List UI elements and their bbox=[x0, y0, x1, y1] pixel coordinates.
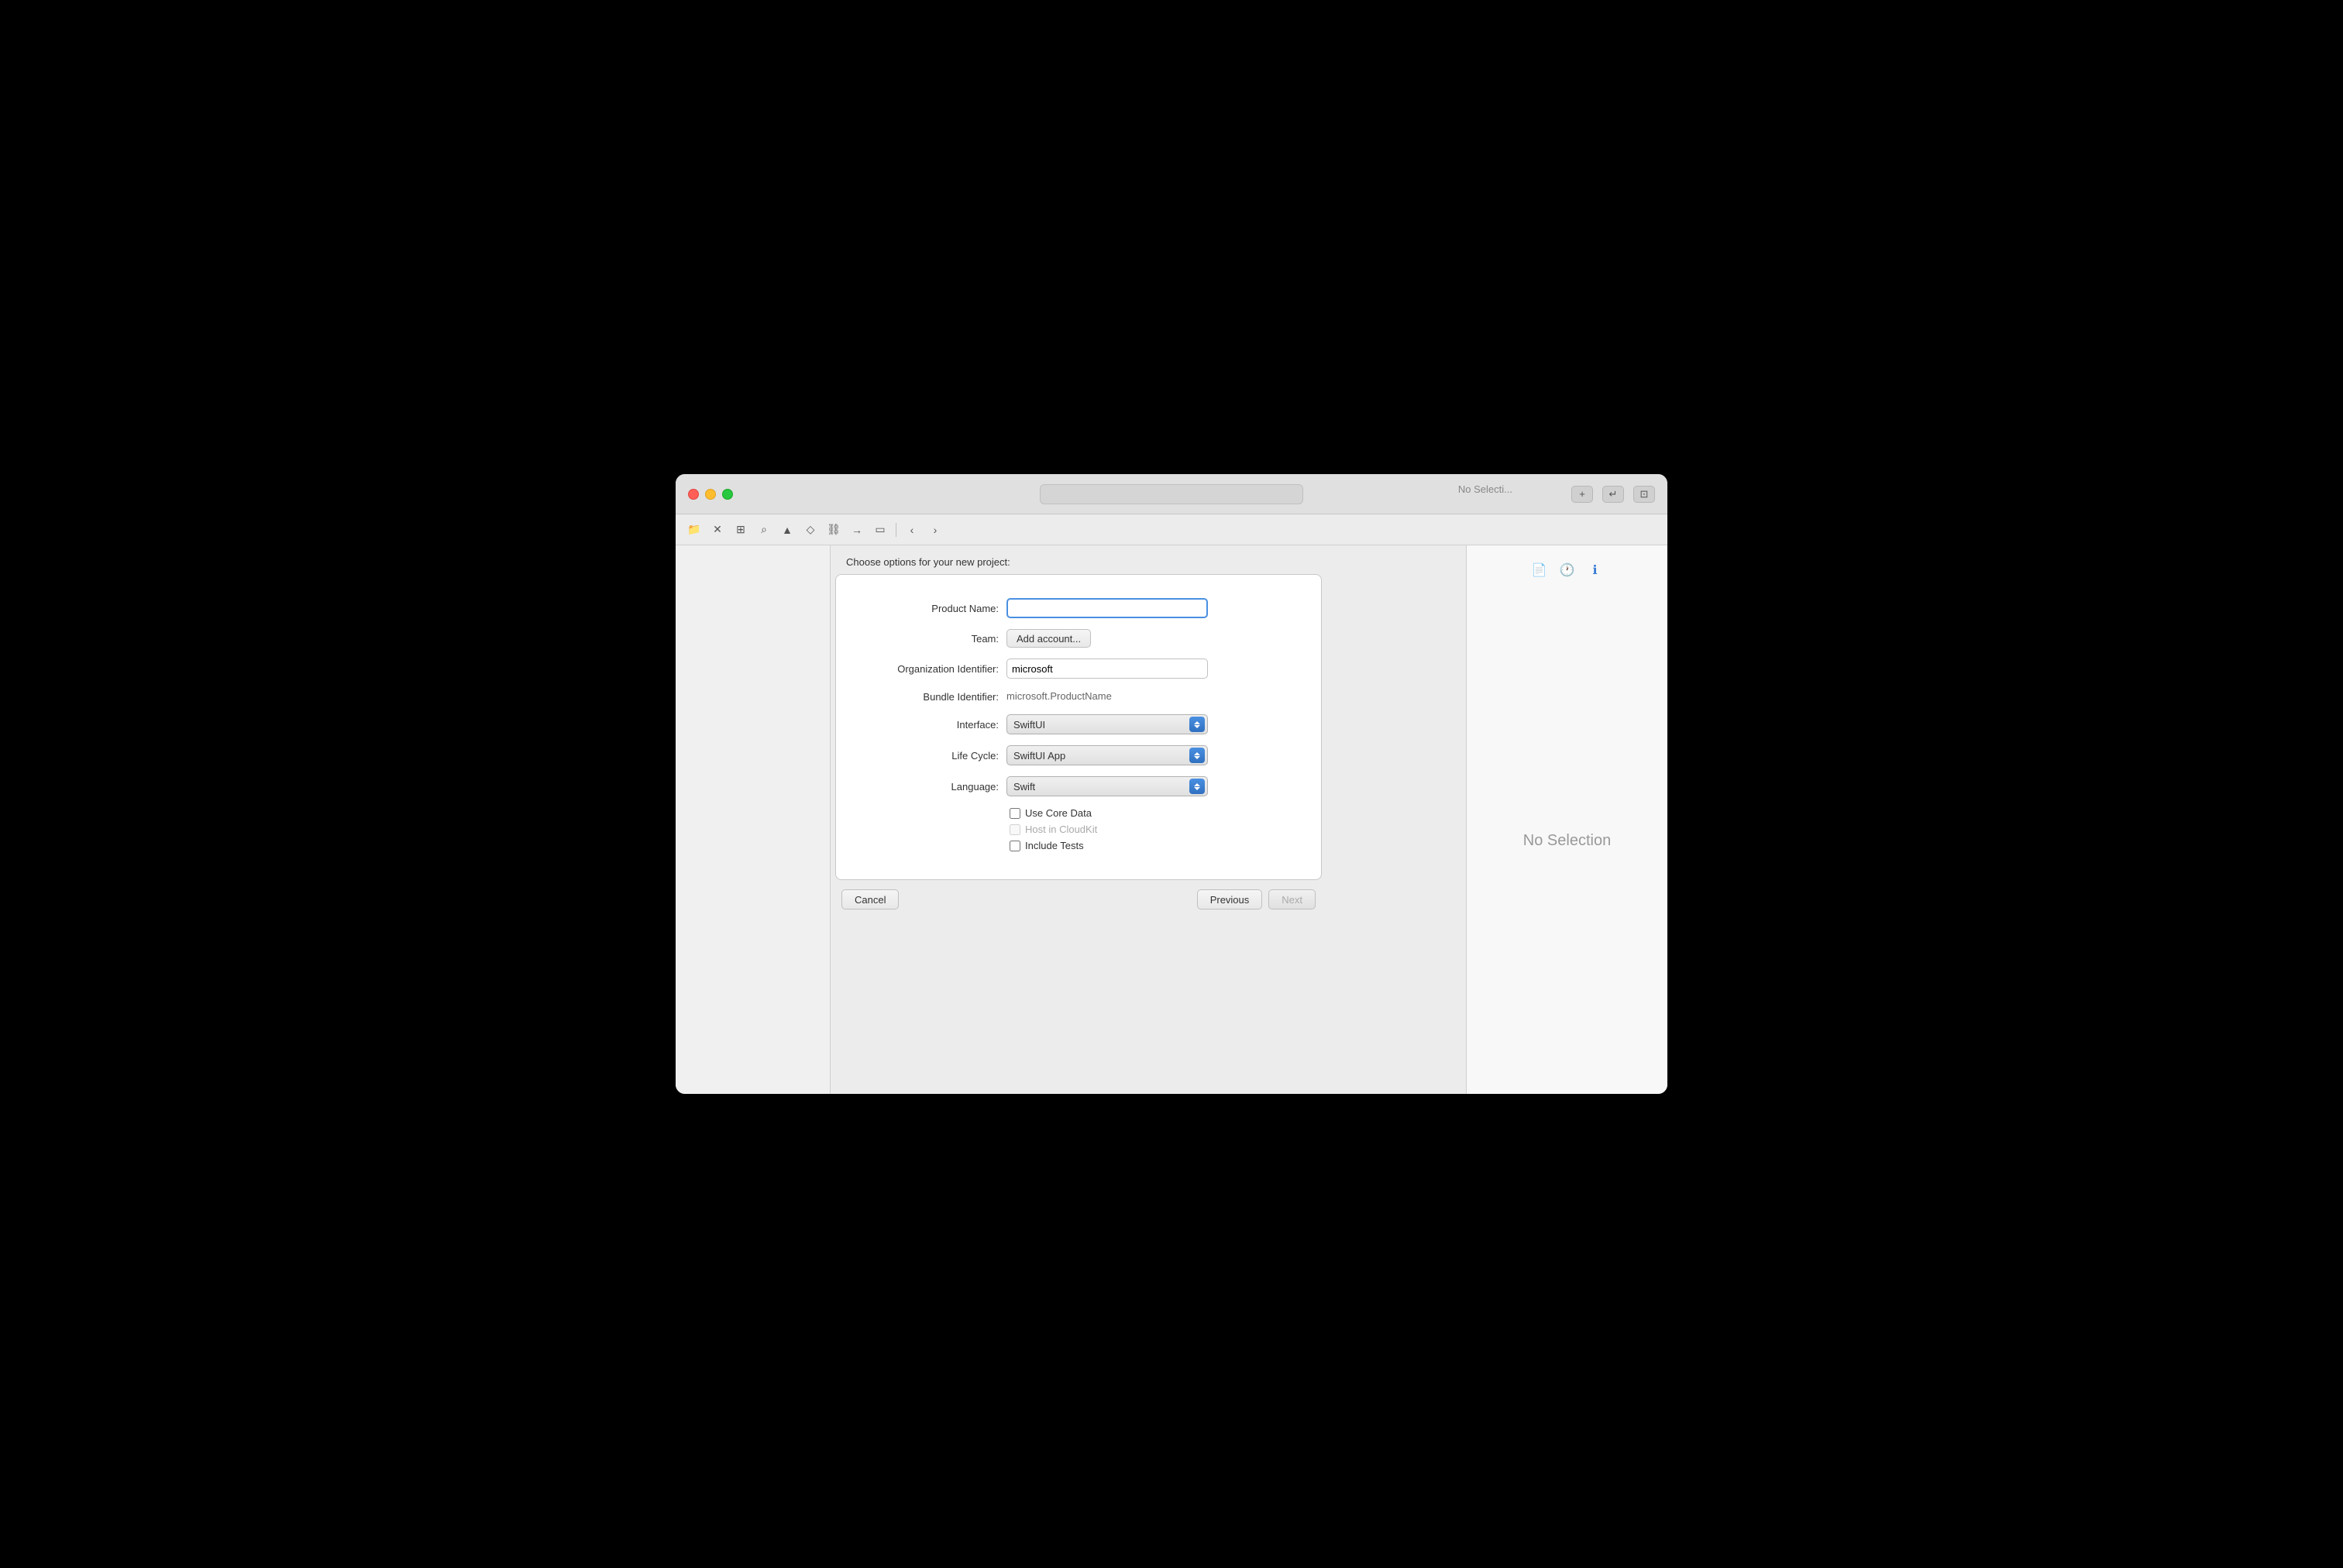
interface-label: Interface: bbox=[852, 719, 1006, 731]
include-tests-label: Include Tests bbox=[1025, 840, 1084, 851]
chevron-left-icon[interactable]: ‹ bbox=[903, 521, 921, 538]
product-name-control bbox=[1006, 598, 1208, 618]
host-in-cloudkit-checkbox[interactable] bbox=[1010, 824, 1020, 835]
language-label: Language: bbox=[852, 781, 1006, 793]
close-button[interactable] bbox=[688, 489, 699, 500]
modal-footer: Cancel Previous Next bbox=[831, 880, 1326, 919]
minimize-button[interactable] bbox=[705, 489, 716, 500]
modal-header: Choose options for your new project: bbox=[831, 545, 1326, 574]
footer-left: Cancel bbox=[841, 889, 899, 910]
use-core-data-checkbox[interactable] bbox=[1010, 808, 1020, 819]
language-select[interactable]: Swift Objective-C bbox=[1006, 776, 1208, 796]
arrow-icon[interactable]: → bbox=[848, 521, 866, 538]
cancel-button[interactable]: Cancel bbox=[841, 889, 899, 910]
no-selection-main: No Selection bbox=[1523, 587, 1611, 1094]
no-selection-label: No Selecti... bbox=[1458, 483, 1512, 495]
lifecycle-label: Life Cycle: bbox=[852, 750, 1006, 762]
link-icon[interactable]: ⛓ bbox=[824, 521, 843, 538]
modal-body: Product Name: Team: Add account... bbox=[835, 574, 1322, 880]
enter-button[interactable]: ↵ bbox=[1602, 486, 1624, 503]
bundle-identifier-value: microsoft.ProductName bbox=[1006, 690, 1112, 702]
traffic-lights bbox=[688, 489, 733, 500]
titlebar: + ↵ ⊡ bbox=[676, 474, 1667, 514]
team-control: Add account... bbox=[1006, 629, 1208, 648]
include-tests-checkbox[interactable] bbox=[1010, 841, 1020, 851]
grid-icon[interactable]: ⊞ bbox=[731, 521, 750, 538]
search-icon[interactable]: ⌕ bbox=[755, 521, 773, 538]
right-panel: 📄 🕐 ℹ No Selection bbox=[1466, 545, 1667, 1094]
chevron-right-icon[interactable]: › bbox=[926, 521, 944, 538]
interface-control: SwiftUI Storyboard XIB bbox=[1006, 714, 1208, 734]
info-icon[interactable]: ℹ bbox=[1586, 561, 1605, 579]
org-identifier-input[interactable] bbox=[1006, 658, 1208, 679]
main-content: Choose options for your new project: Pro… bbox=[676, 545, 1667, 1094]
lifecycle-select[interactable]: SwiftUI App UIKit App Delegate UIKit Sce… bbox=[1006, 745, 1208, 765]
doc-icon[interactable]: 📄 bbox=[1530, 561, 1549, 579]
folder-icon[interactable]: 📁 bbox=[685, 521, 704, 538]
rect-icon[interactable]: ▭ bbox=[871, 521, 889, 538]
bundle-identifier-label: Bundle Identifier: bbox=[852, 691, 1006, 703]
host-in-cloudkit-label: Host in CloudKit bbox=[1025, 824, 1097, 835]
interface-row: Interface: SwiftUI Storyboard XIB bbox=[852, 714, 1306, 734]
use-core-data-label: Use Core Data bbox=[1025, 807, 1092, 819]
bundle-identifier-control: microsoft.ProductName bbox=[1006, 689, 1208, 703]
right-panel-icons: 📄 🕐 ℹ bbox=[1530, 561, 1605, 579]
previous-button[interactable]: Previous bbox=[1197, 889, 1263, 910]
titlebar-center bbox=[1040, 484, 1303, 504]
run-icon[interactable]: ▲ bbox=[778, 521, 796, 538]
xcode-window: + ↵ ⊡ 📁 ✕ ⊞ ⌕ ▲ ◇ ⛓ → ▭ ‹ › No Selecti..… bbox=[676, 474, 1667, 1094]
toolbar: 📁 ✕ ⊞ ⌕ ▲ ◇ ⛓ → ▭ ‹ › No Selecti... bbox=[676, 514, 1667, 545]
titlebar-right: + ↵ ⊡ bbox=[1571, 486, 1655, 503]
org-identifier-control bbox=[1006, 658, 1208, 679]
add-account-button[interactable]: Add account... bbox=[1006, 629, 1091, 648]
product-name-label: Product Name: bbox=[852, 603, 1006, 614]
language-row: Language: Swift Objective-C bbox=[852, 776, 1306, 796]
sidebar bbox=[676, 545, 831, 1094]
use-core-data-row: Use Core Data bbox=[1010, 807, 1306, 819]
clock-icon[interactable]: 🕐 bbox=[1558, 561, 1577, 579]
search-bar[interactable] bbox=[1040, 484, 1303, 504]
host-in-cloudkit-row: Host in CloudKit bbox=[1010, 824, 1306, 835]
modal-container: Choose options for your new project: Pro… bbox=[831, 545, 1326, 919]
dialog-heading: Choose options for your new project: bbox=[846, 556, 1010, 568]
bundle-identifier-row: Bundle Identifier: microsoft.ProductName bbox=[852, 689, 1306, 703]
product-name-row: Product Name: bbox=[852, 598, 1306, 618]
interface-select-wrapper: SwiftUI Storyboard XIB bbox=[1006, 714, 1208, 734]
team-row: Team: Add account... bbox=[852, 629, 1306, 648]
maximize-button[interactable] bbox=[722, 489, 733, 500]
interface-select[interactable]: SwiftUI Storyboard XIB bbox=[1006, 714, 1208, 734]
language-control: Swift Objective-C bbox=[1006, 776, 1208, 796]
lifecycle-row: Life Cycle: SwiftUI App UIKit App Delega… bbox=[852, 745, 1306, 765]
org-identifier-row: Organization Identifier: bbox=[852, 658, 1306, 679]
team-label: Team: bbox=[852, 633, 1006, 645]
content-area: Choose options for your new project: Pro… bbox=[831, 545, 1466, 1094]
lifecycle-control: SwiftUI App UIKit App Delegate UIKit Sce… bbox=[1006, 745, 1208, 765]
stop-icon[interactable]: ◇ bbox=[801, 521, 820, 538]
checkboxes-section: Use Core Data Host in CloudKit Include T… bbox=[1006, 807, 1306, 851]
org-identifier-label: Organization Identifier: bbox=[852, 663, 1006, 675]
add-tab-button[interactable]: + bbox=[1571, 486, 1593, 503]
include-tests-row: Include Tests bbox=[1010, 840, 1306, 851]
product-name-input[interactable] bbox=[1006, 598, 1208, 618]
split-view-button[interactable]: ⊡ bbox=[1633, 486, 1655, 503]
x-icon[interactable]: ✕ bbox=[708, 521, 727, 538]
next-button[interactable]: Next bbox=[1268, 889, 1316, 910]
language-select-wrapper: Swift Objective-C bbox=[1006, 776, 1208, 796]
footer-right: Previous Next bbox=[1197, 889, 1316, 910]
lifecycle-select-wrapper: SwiftUI App UIKit App Delegate UIKit Sce… bbox=[1006, 745, 1208, 765]
